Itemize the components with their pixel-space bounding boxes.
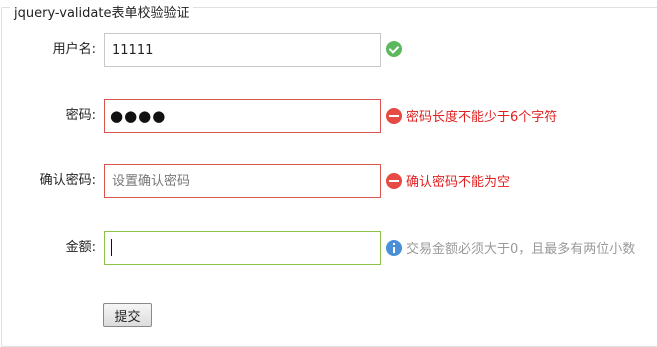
amount-label: 金额: xyxy=(65,240,96,255)
username-row: 用户名: xyxy=(0,33,657,67)
confirm-password-error-text: 确认密码不能为空 xyxy=(406,175,511,190)
amount-hint-text: 交易金额必须大于0，且最多有两位小数 xyxy=(406,242,636,257)
username-label: 用户名: xyxy=(52,42,96,57)
minus-circle-icon xyxy=(386,173,402,189)
confirm-password-row: 确认密码: 确认密码不能为空 xyxy=(0,164,657,198)
confirm-password-error-message: 确认密码不能为空 xyxy=(386,173,510,191)
minus-circle-icon xyxy=(386,108,402,124)
amount-hint-message: 交易金额必须大于0，且最多有两位小数 xyxy=(386,240,635,258)
form-legend: jquery-validate表单校验验证 xyxy=(10,6,194,22)
info-icon xyxy=(386,240,402,256)
submit-button[interactable]: 提交 xyxy=(103,303,152,327)
amount-input[interactable] xyxy=(104,231,381,265)
password-error-text: 密码长度不能少于6个字符 xyxy=(406,110,558,125)
password-label: 密码: xyxy=(65,108,96,123)
check-icon xyxy=(386,41,402,57)
password-row: 密码: ●●●● 密码长度不能少于6个字符 xyxy=(0,99,657,133)
text-caret xyxy=(111,239,112,256)
confirm-password-label: 确认密码: xyxy=(39,173,96,188)
password-input[interactable] xyxy=(104,99,381,133)
amount-row: 金额: 交易金额必须大于0，且最多有两位小数 xyxy=(0,231,657,265)
confirm-password-input[interactable] xyxy=(104,164,381,198)
username-input[interactable] xyxy=(104,33,381,67)
password-error-message: 密码长度不能少于6个字符 xyxy=(386,108,557,126)
